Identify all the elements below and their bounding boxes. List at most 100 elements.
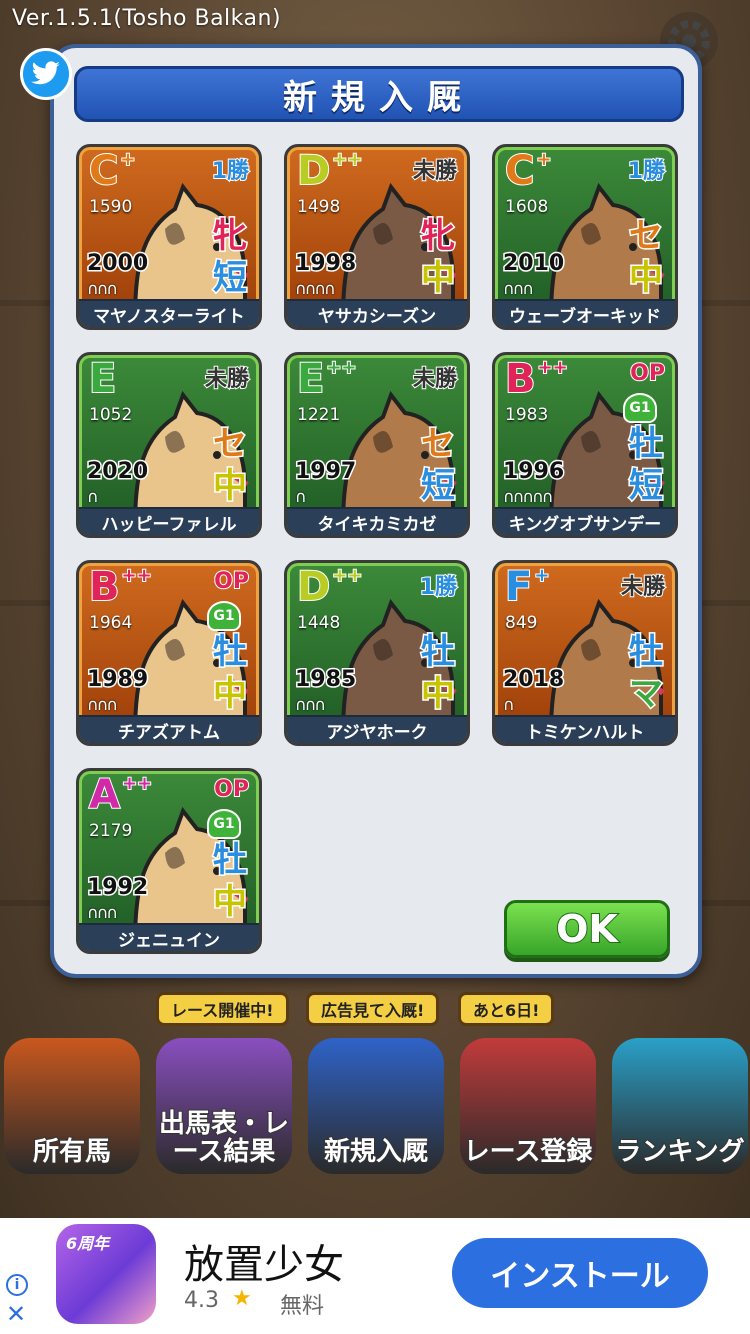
wins-label: OP xyxy=(629,360,666,387)
nav-tile[interactable]: ランキング xyxy=(612,1038,748,1174)
horse-name: ウェーブオーキッド xyxy=(495,299,675,327)
horse-name: ハッピーファレル xyxy=(79,507,259,535)
rank-plus: ++ xyxy=(325,357,357,378)
new-horse-dialog: 新規入厩 C +1590 1勝牝短 2000 ∩∩∩ マヤノスターライト D ++ 1498 未勝… xyxy=(50,44,702,978)
rank-letter: C + xyxy=(504,148,552,194)
rating-value: 1608 xyxy=(505,197,549,217)
version-label: Ver.1.5.1(Tosho Balkan) xyxy=(12,6,282,31)
horseshoe-icons: ∩∩∩∩ xyxy=(295,279,336,298)
distance-label: 中 xyxy=(628,258,665,298)
rank-plus: ++ xyxy=(331,149,363,170)
horse-card[interactable]: C +1590 1勝牝短 2000 ∩∩∩ マヤノスターライト xyxy=(76,144,262,330)
ad-title[interactable]: 放置少女 xyxy=(184,1232,344,1290)
horse-card[interactable]: C +1608 1勝セ中 2010 ∩∩∩ ウェーブオーキッド xyxy=(492,144,678,330)
rank-value: E xyxy=(88,356,117,402)
nav-tile-label: 出馬表・レース結果 xyxy=(158,1109,290,1167)
rank-value: B xyxy=(504,356,536,402)
nav-tile[interactable]: 所有馬 xyxy=(4,1038,140,1174)
rank-letter: A ++ xyxy=(88,772,153,818)
rank-plus: ++ xyxy=(121,773,153,794)
sex-label: 牡 xyxy=(212,840,249,880)
sex-label: セ xyxy=(212,424,249,464)
distance-label: 短 xyxy=(420,466,457,506)
horse-card[interactable]: D ++ 1498 未勝牝中 1998 ∩∩∩∩ ヤサカシーズン xyxy=(284,144,470,330)
sex-label: 牝 xyxy=(212,216,249,256)
sex-label: セ xyxy=(420,424,457,464)
horse-name: トミケンハルト xyxy=(495,715,675,743)
rating-value: 1590 xyxy=(89,197,133,217)
nav-tile[interactable]: 新規入厩 xyxy=(308,1038,444,1174)
horse-card[interactable]: D ++ 1448 1勝牡中 1985 ∩∩∩ アジヤホーク xyxy=(284,560,470,746)
horse-card[interactable]: E 1052 未勝セ中 2020 ∩ ハッピーファレル xyxy=(76,352,262,538)
twitter-icon[interactable] xyxy=(20,48,72,100)
rank-plus: + xyxy=(535,149,552,170)
nav-tile-label: レース登録 xyxy=(463,1136,594,1167)
horse-card[interactable]: F +849 未勝牡マ 2018 ∩ トミケンハルト xyxy=(492,560,678,746)
distance-label: 中 xyxy=(212,882,249,922)
horseshoe-icons: ∩ xyxy=(87,487,99,506)
distance-label: 短 xyxy=(628,466,665,506)
birth-year: 1997 xyxy=(293,458,357,486)
rating-value: 1448 xyxy=(297,613,341,633)
rating-value: 2179 xyxy=(89,821,133,841)
rank-value: C xyxy=(504,148,535,194)
horse-name: タイキカミカゼ xyxy=(287,507,467,535)
distance-label: 中 xyxy=(212,466,249,506)
rank-letter: B ++ xyxy=(88,564,153,610)
distance-label: 中 xyxy=(420,258,457,298)
rank-plus: + xyxy=(533,565,550,586)
nav-bubble: 広告見て入厩! xyxy=(306,992,440,1026)
horse-name: キングオブサンデー xyxy=(495,507,675,535)
rank-value: A xyxy=(88,772,121,818)
rank-value: B xyxy=(88,564,120,610)
wins-label: 未勝 xyxy=(412,366,458,393)
horse-card[interactable]: B ++ 1964 OP G1 牡中 1989 ∩∩∩ チアズアトム xyxy=(76,560,262,746)
nav-bubble: あと6日! xyxy=(458,992,555,1026)
rank-letter: E xyxy=(88,356,118,402)
rating-value: 849 xyxy=(505,613,538,633)
nav-tile-label: 新規入厩 xyxy=(323,1136,429,1167)
rank-plus: + xyxy=(119,149,136,170)
rating-value: 1983 xyxy=(505,405,549,425)
rank-letter: B ++ xyxy=(504,356,569,402)
nav-tile[interactable]: レース登録 xyxy=(460,1038,596,1174)
rank-plus: ++ xyxy=(120,565,152,586)
rank-plus: ++ xyxy=(331,565,363,586)
horseshoe-icons: ∩∩∩ xyxy=(295,695,326,714)
horse-card[interactable]: A ++ 2179 OP G1 牡中 1992 ∩∩∩ ジェニュイン xyxy=(76,768,262,954)
rank-plus: ++ xyxy=(536,357,568,378)
rank-letter: D ++ xyxy=(296,564,363,610)
install-button[interactable]: インストール xyxy=(452,1238,708,1308)
rank-value: D xyxy=(296,564,331,610)
rating-value: 1052 xyxy=(89,405,133,425)
rank-letter: D ++ xyxy=(296,149,363,193)
nav-tile[interactable]: 出馬表・レース結果 xyxy=(156,1038,292,1174)
horse-card[interactable]: E ++ 1221 未勝セ短 1997 ∩ タイキカミカゼ xyxy=(284,352,470,538)
birth-year: 1998 xyxy=(293,250,357,278)
star-icon: ★ xyxy=(232,1286,252,1311)
sex-label: 牡 xyxy=(628,424,665,464)
distance-label: 短 xyxy=(212,258,249,298)
ok-button[interactable]: OK xyxy=(504,900,670,958)
close-icon[interactable]: ✕ xyxy=(6,1302,26,1326)
g1-badge: G1 xyxy=(207,809,241,839)
horseshoe-icons: ∩ xyxy=(503,695,515,714)
ad-icon-badge: 6周年 xyxy=(66,1234,110,1253)
nav-bubble: レース開催中! xyxy=(156,992,289,1026)
wins-label: 1勝 xyxy=(419,574,458,601)
horse-card[interactable]: B ++ 1983 OP G1 牡短 1996 ∩∩∩∩∩ キングオブサンデー xyxy=(492,352,678,538)
sex-label: セ xyxy=(628,216,665,256)
ad-rating: 4.3 xyxy=(184,1288,219,1313)
birth-year: 1989 xyxy=(85,666,149,694)
horse-name: マヤノスターライト xyxy=(79,299,259,327)
ad-app-icon[interactable]: 6周年 xyxy=(56,1224,156,1324)
horse-name: ジェニュイン xyxy=(79,923,259,951)
horse-name: アジヤホーク xyxy=(287,715,467,743)
info-icon[interactable]: i xyxy=(6,1274,28,1296)
rank-value: C xyxy=(88,148,119,194)
g1-badge: G1 xyxy=(623,393,657,423)
rank-letter: C + xyxy=(88,148,136,194)
wins-label: 1勝 xyxy=(627,158,666,185)
wins-label: OP xyxy=(213,568,250,595)
sex-label: 牡 xyxy=(212,632,249,672)
